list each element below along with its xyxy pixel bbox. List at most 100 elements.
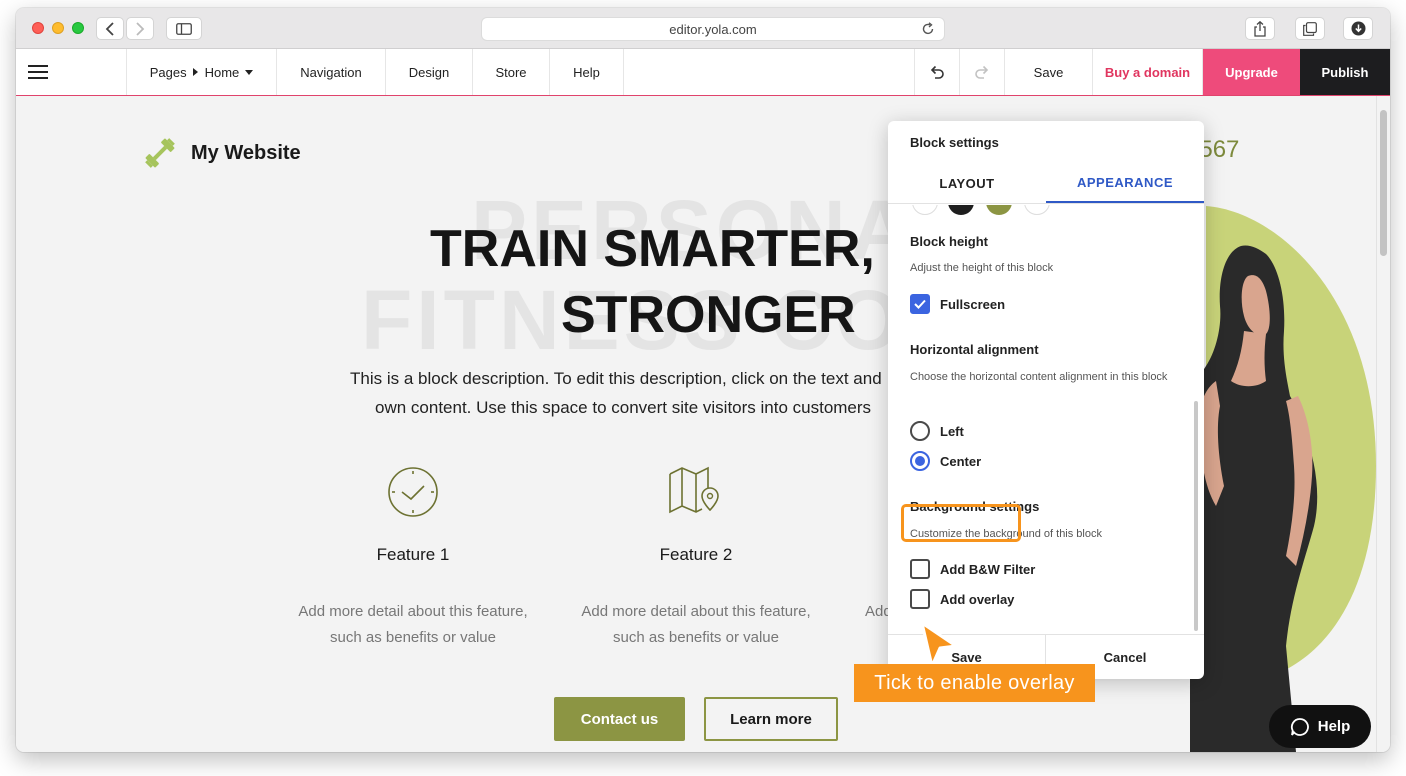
redo-button[interactable] — [960, 49, 1005, 95]
address-bar[interactable]: editor.yola.com — [481, 17, 945, 41]
caret-right-icon — [192, 68, 198, 76]
upgrade-button[interactable]: Upgrade — [1203, 49, 1300, 95]
fullscreen-option[interactable]: Fullscreen — [910, 294, 1005, 314]
bw-filter-checkbox[interactable] — [910, 559, 930, 579]
home-page-label: Home — [204, 64, 240, 80]
overlay-checkbox[interactable] — [910, 589, 930, 609]
overlay-highlight-box — [901, 504, 1021, 542]
help-menu-item[interactable]: Help — [550, 49, 624, 95]
feature-2-description-line1[interactable]: Add more detail about this feature, — [566, 599, 826, 625]
fullscreen-checkbox[interactable] — [910, 294, 930, 314]
align-center-radio[interactable] — [910, 451, 930, 471]
publish-button[interactable]: Publish — [1300, 49, 1390, 95]
url-text: editor.yola.com — [669, 21, 757, 37]
minimize-window-button[interactable] — [52, 22, 64, 34]
sidebar-icon — [176, 22, 192, 35]
bw-filter-option[interactable]: Add B&W Filter — [910, 559, 1035, 579]
map-pin-icon — [669, 466, 719, 514]
share-button[interactable] — [1245, 17, 1275, 40]
block-height-description: Adjust the height of this block — [910, 262, 1054, 274]
color-swatch-light[interactable] — [1024, 205, 1050, 215]
fullscreen-label: Fullscreen — [940, 296, 1006, 312]
site-logo[interactable]: My Website — [143, 136, 301, 170]
annotation-tooltip: Tick to enable overlay — [854, 664, 1095, 702]
redo-icon — [975, 65, 989, 79]
hero-title-line1[interactable]: TRAIN SMARTER, G — [430, 216, 930, 282]
hero-title-line2[interactable]: STRONGER — [561, 282, 856, 348]
help-chat-button[interactable]: Help — [1269, 705, 1371, 748]
chat-bubble-icon — [1290, 717, 1309, 736]
editor-toolbar: Pages Home Navigation Design Store Help … — [16, 49, 1390, 96]
color-swatch-olive[interactable] — [986, 205, 1012, 215]
caret-down-icon — [245, 69, 254, 75]
color-swatch-white[interactable] — [912, 205, 938, 215]
site-canvas: My Website 4567 PERSONAL FITNESS COA TRA… — [16, 96, 1390, 752]
download-icon — [1351, 21, 1365, 36]
feature-1-description-line1[interactable]: Add more detail about this feature, — [283, 599, 543, 625]
overlay-option[interactable]: Add overlay — [910, 589, 1014, 609]
clock-icon — [388, 467, 438, 517]
overlay-label: Add overlay — [940, 591, 1015, 607]
contact-us-button[interactable]: Contact us — [554, 697, 685, 741]
hamburger-menu-button[interactable] — [16, 49, 127, 95]
share-icon — [1254, 20, 1266, 37]
feature-2-description-line2[interactable]: such as benefits or value — [566, 625, 826, 651]
pages-dropdown[interactable]: Pages Home — [127, 49, 277, 95]
panel-scroll-area[interactable]: Block height Adjust the height of this b… — [888, 205, 1204, 633]
page-scrollbar[interactable] — [1376, 96, 1390, 752]
chevron-right-icon — [136, 21, 145, 36]
horizontal-alignment-description: Choose the horizontal content alignment … — [910, 371, 1168, 383]
design-menu-item[interactable]: Design — [386, 49, 473, 95]
panel-title: Block settings — [910, 135, 999, 150]
feature-1-title[interactable]: Feature 1 — [293, 545, 533, 565]
radio-dot — [915, 456, 925, 466]
align-left-radio[interactable] — [910, 421, 930, 441]
horizontal-alignment-title: Horizontal alignment — [910, 342, 1039, 357]
block-height-title: Block height — [910, 234, 989, 249]
toolbar-spacer — [624, 49, 915, 95]
align-left-option[interactable]: Left — [910, 421, 964, 441]
sidebar-toggle-button[interactable] — [166, 17, 202, 40]
pages-label: Pages — [149, 64, 187, 80]
hero-description-line1[interactable]: This is a block description. To edit thi… — [350, 364, 882, 393]
feature-2-title[interactable]: Feature 2 — [576, 545, 816, 565]
align-center-label: Center — [940, 453, 982, 469]
browser-chrome: editor.yola.com — [16, 8, 1390, 49]
feature-1-description-line2[interactable]: such as benefits or value — [283, 625, 543, 651]
browser-window: editor.yola.com Pages Home Navigation De… — [16, 8, 1390, 752]
undo-button[interactable] — [915, 49, 960, 95]
checkmark-icon — [914, 299, 926, 309]
reload-icon[interactable] — [920, 21, 936, 37]
back-button[interactable] — [96, 17, 124, 40]
store-menu-item[interactable]: Store — [473, 49, 550, 95]
block-settings-panel: Block settings LAYOUT APPEARANCE Block h… — [888, 121, 1204, 679]
navigation-menu-item[interactable]: Navigation — [277, 49, 386, 95]
cursor-pointer-icon — [920, 621, 958, 668]
downloads-button[interactable] — [1343, 17, 1373, 40]
tab-appearance[interactable]: APPEARANCE — [1046, 164, 1204, 203]
hero-image[interactable] — [1186, 126, 1376, 752]
panel-scrollbar-thumb[interactable] — [1194, 401, 1198, 631]
buy-domain-button[interactable]: Buy a domain — [1093, 49, 1203, 95]
site-name: My Website — [191, 141, 301, 164]
save-button[interactable]: Save — [1005, 49, 1093, 95]
hamburger-icon — [28, 65, 48, 79]
bw-filter-label: Add B&W Filter — [940, 561, 1036, 577]
tabs-icon — [1303, 21, 1317, 36]
tab-layout[interactable]: LAYOUT — [888, 164, 1046, 203]
align-center-option[interactable]: Center — [910, 451, 981, 471]
tabs-overview-button[interactable] — [1295, 17, 1325, 40]
page-scrollbar-thumb[interactable] — [1380, 110, 1387, 256]
hero-description-line2[interactable]: own content. Use this space to convert s… — [375, 393, 871, 422]
learn-more-button[interactable]: Learn more — [704, 697, 838, 741]
chevron-left-icon — [105, 21, 114, 36]
forward-button[interactable] — [126, 17, 154, 40]
help-chat-label: Help — [1317, 718, 1351, 735]
zoom-window-button[interactable] — [72, 22, 84, 34]
dumbbell-icon — [145, 138, 175, 168]
color-swatch-black[interactable] — [948, 205, 974, 215]
close-window-button[interactable] — [32, 22, 44, 34]
undo-icon — [930, 65, 944, 79]
panel-tabs: LAYOUT APPEARANCE — [888, 164, 1204, 204]
align-left-label: Left — [940, 423, 964, 439]
